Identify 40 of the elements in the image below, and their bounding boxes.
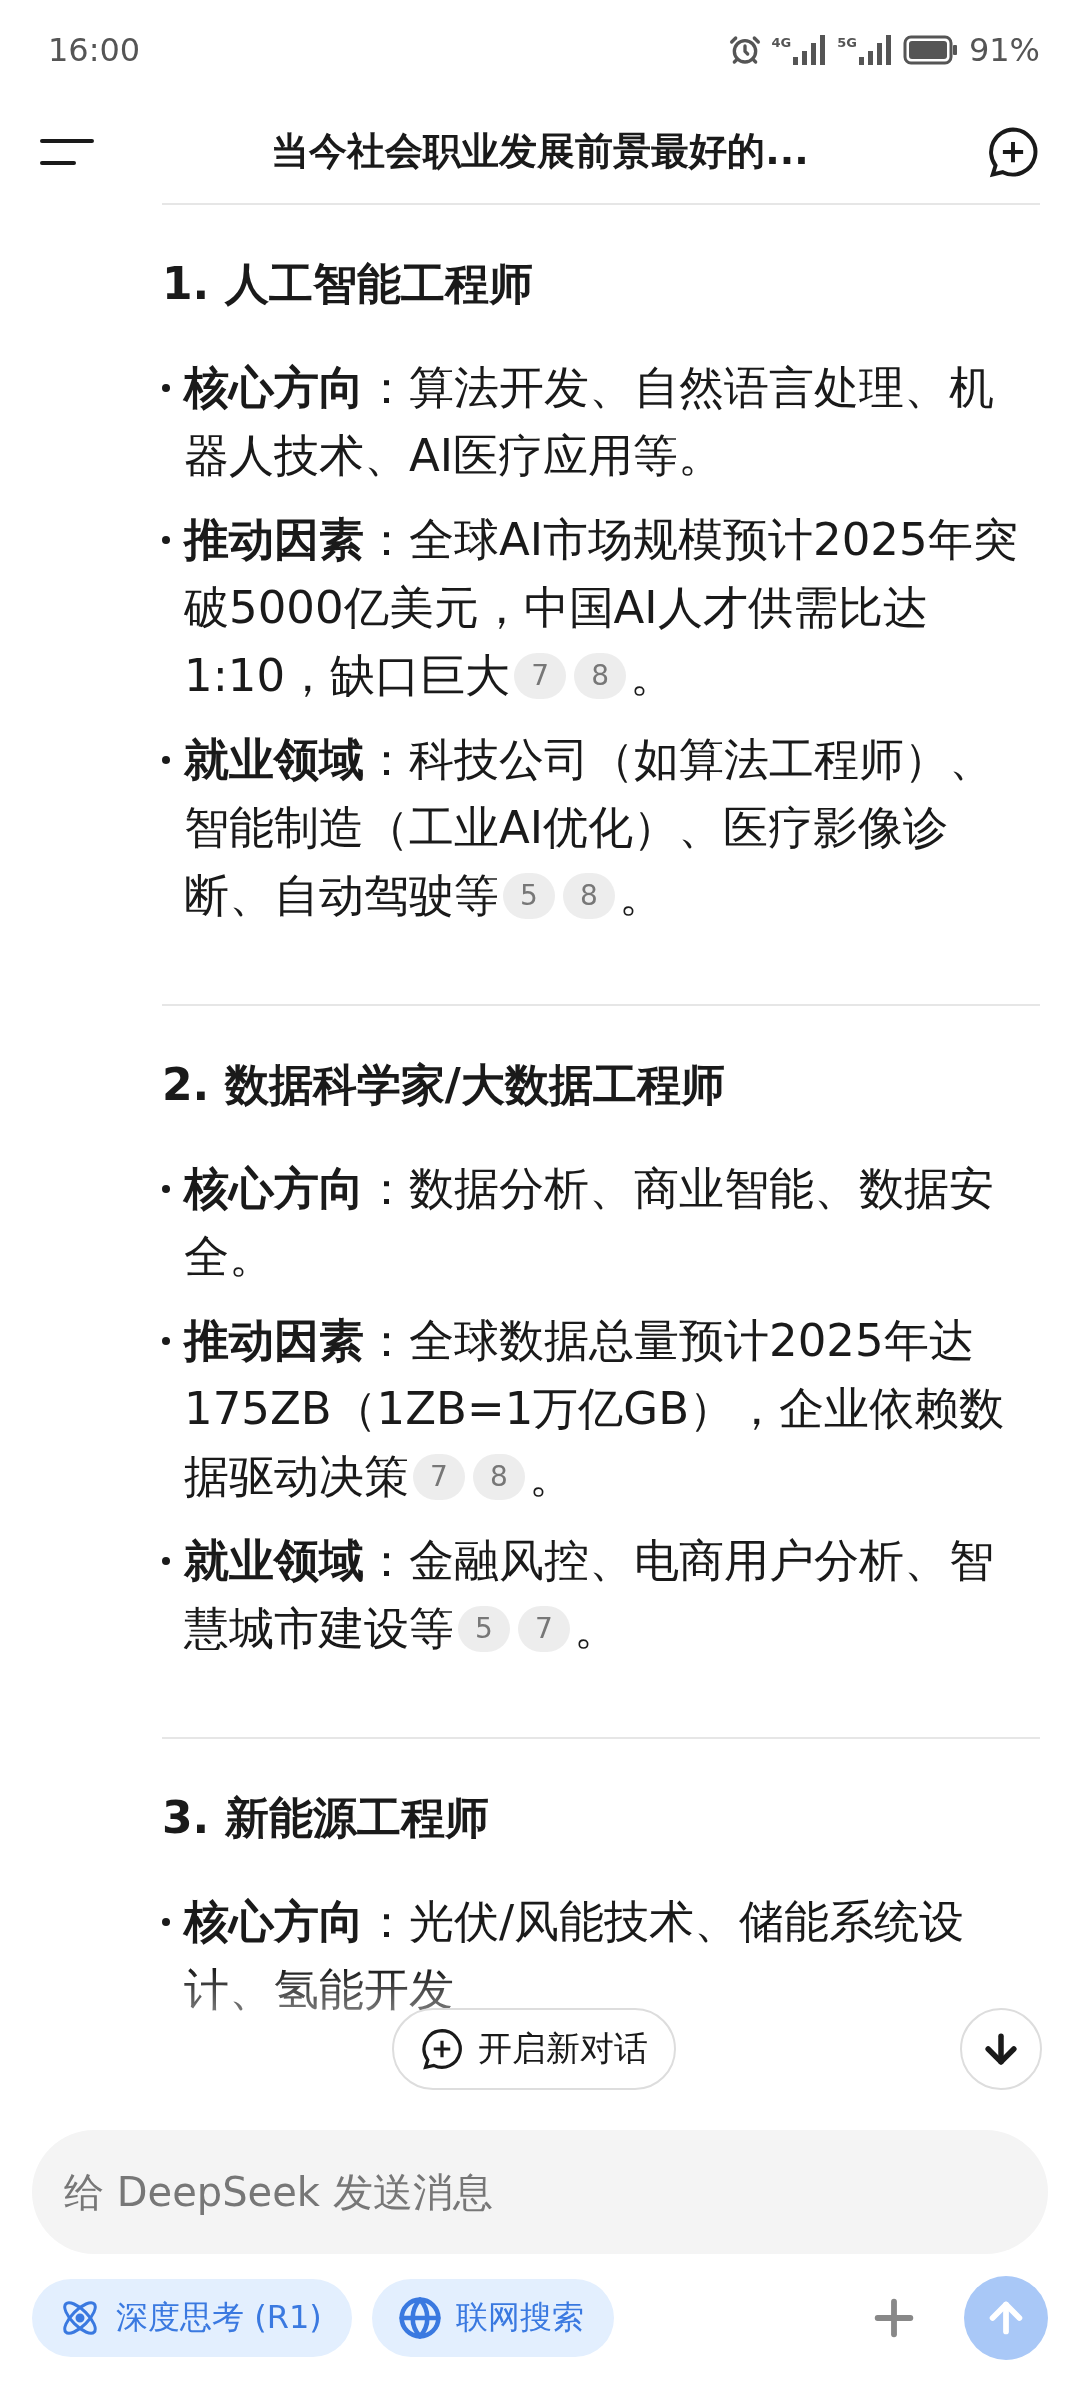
bullet (162, 756, 170, 764)
bullet-text: 核心方向：数据分析、商业智能、数据安全。 (184, 1161, 995, 1285)
status-time: 16:00 (48, 31, 141, 69)
section-heading: 3. 新能源工程师 (162, 1791, 490, 1845)
new-chat-icon (420, 2027, 464, 2071)
citation-badge[interactable]: 7 (514, 653, 567, 699)
battery-icon (902, 35, 959, 65)
citation-badge[interactable]: 8 (473, 1454, 525, 1500)
bullet (162, 1337, 170, 1345)
mode-chip[interactable]: 联网搜索 (371, 2279, 614, 2357)
menu-icon (40, 136, 94, 167)
citation-badge[interactable]: 8 (574, 653, 627, 699)
bullet-text: 就业领域：金融风控、电商用户分析、智慧城市建设等 5 7 。 (184, 1533, 995, 1657)
section-heading: 1. 人工智能工程师 (162, 257, 534, 311)
section-heading: 2. 数据科学家/大数据工程师 (162, 1058, 726, 1112)
alarm-icon (729, 34, 762, 66)
network-type: 4G (771, 35, 792, 50)
mode-chip[interactable]: 深度思考 (R1) (32, 2279, 352, 2357)
bullet (162, 536, 170, 544)
bullet (162, 1918, 170, 1926)
chat-title: 当今社会职业发展前景最好的... (271, 128, 809, 175)
bullet-text: 就业领域：科技公司（如算法工程师）、智能制造（工业AI优化）、医疗影像诊断、自动驾驶等 5 8 。 (184, 732, 995, 924)
globe-icon (397, 2296, 442, 2340)
bullet (162, 384, 170, 392)
citation-badge[interactable]: 7 (518, 1606, 570, 1652)
citation-badge[interactable]: 7 (413, 1454, 465, 1500)
menu-button[interactable] (40, 136, 94, 167)
citation-badge[interactable]: 8 (563, 873, 615, 919)
bullet (162, 1557, 170, 1565)
bullet (162, 1185, 170, 1193)
citation-badge[interactable]: 5 (458, 1606, 510, 1652)
bullet-text: 核心方向：算法开发、自然语言处理、机器人技术、AI医疗应用等。 (184, 360, 995, 484)
network-type: 5G (837, 35, 857, 50)
citation-badge[interactable]: 5 (503, 873, 555, 919)
message-field[interactable]: 给 DeepSeek 发送消息 (32, 2130, 1048, 2254)
signal-icon (858, 35, 893, 65)
bullet-text: 推动因素：全球数据总量预计2025年达175ZB（1ZB=1万亿GB），企业依赖数据驱动决策 7 8 。 (184, 1313, 1005, 1505)
signal-icon (793, 35, 828, 65)
bullet-text: 推动因素：全球AI市场规模预计2025年突破5000亿美元，中国AI人才供需比达1:10，缺口巨大 7 8 。 (184, 512, 1019, 704)
battery-level: 91% (968, 31, 1040, 69)
